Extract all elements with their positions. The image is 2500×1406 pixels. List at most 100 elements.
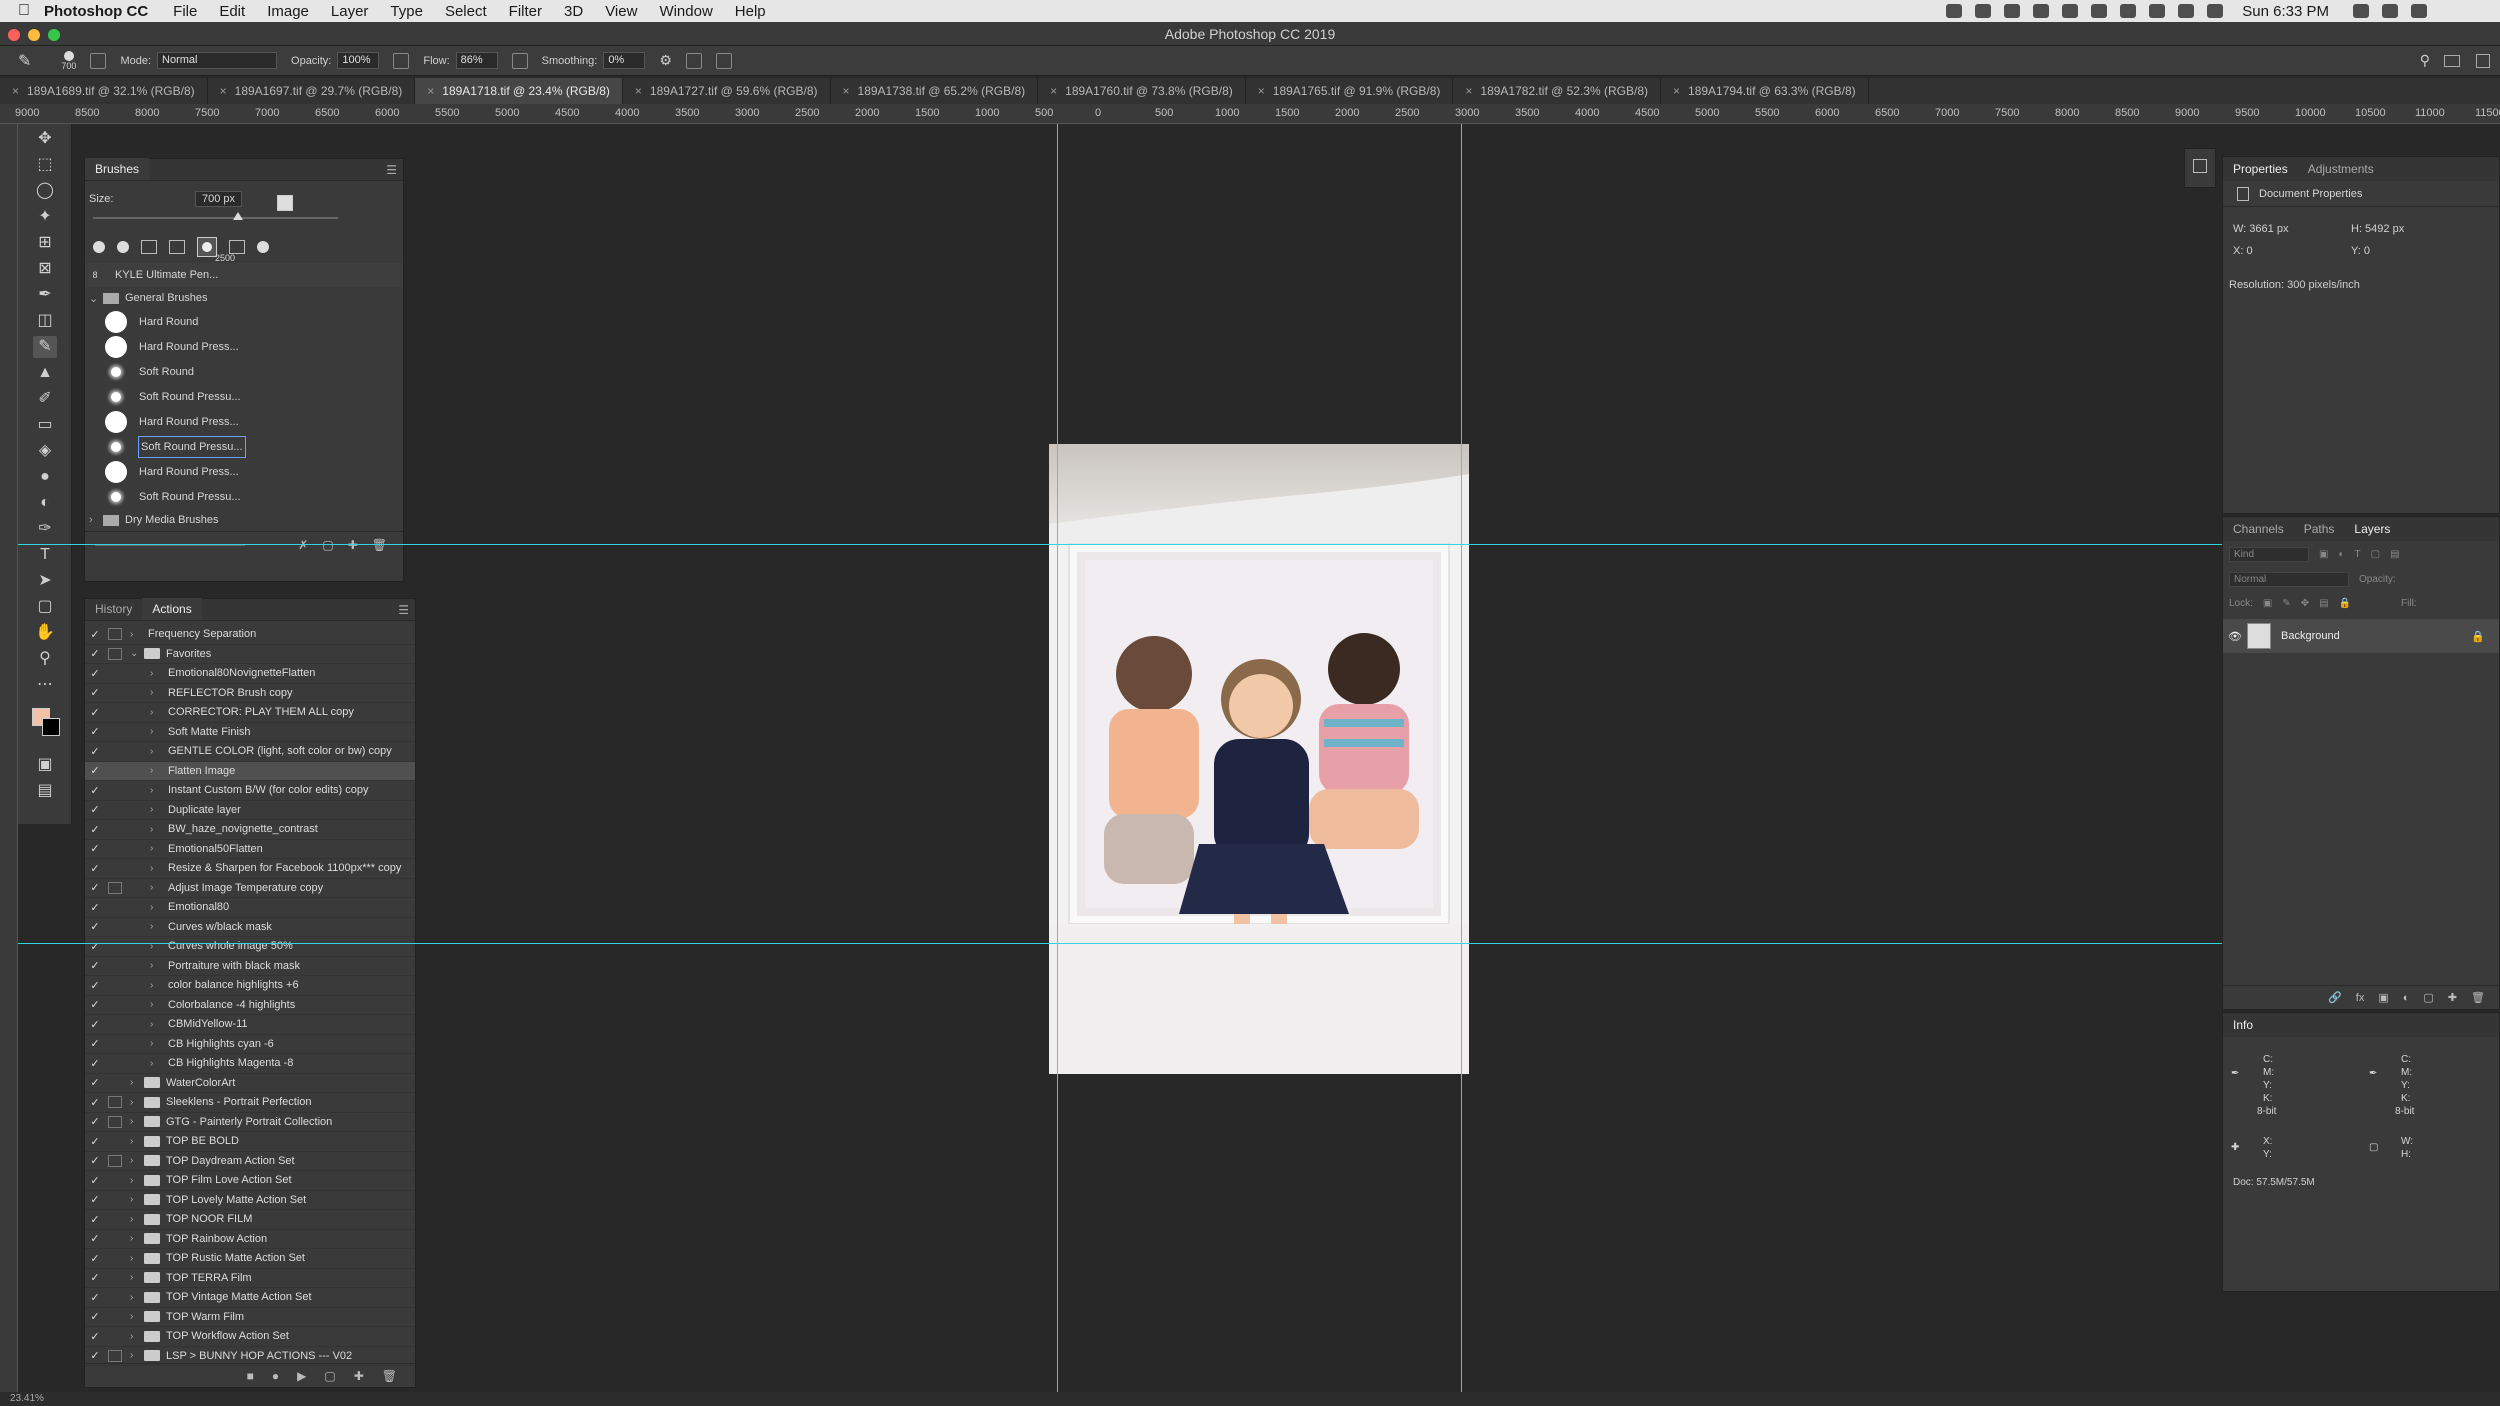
chevron-right-icon[interactable]: › (130, 1155, 144, 1166)
brush-item[interactable]: Soft Round Pressu... (85, 384, 403, 409)
minimize-window-button[interactable] (28, 29, 40, 41)
dialog-toggle-icon[interactable] (108, 1174, 122, 1186)
guide-horizontal[interactable] (18, 943, 2223, 944)
action-row[interactable]: ✓ › Frequency Separation (85, 625, 415, 645)
chevron-right-icon[interactable]: › (150, 863, 164, 874)
lasso-tool-icon[interactable]: ◯ (33, 180, 57, 202)
menubar-status-icon[interactable] (2120, 4, 2137, 18)
brush-item[interactable]: Soft Round Pressu... (85, 434, 403, 459)
action-row[interactable]: ✓ › Instant Custom B/W (for color edits) c… (85, 781, 415, 801)
close-tab-icon[interactable]: × (12, 84, 19, 98)
toggle-check-icon[interactable]: ✓ (85, 1271, 105, 1284)
properties-panel-icon[interactable] (2193, 159, 2207, 173)
dialog-toggle-icon[interactable] (108, 667, 122, 679)
dialog-toggle-icon[interactable] (108, 1291, 122, 1303)
chevron-right-icon[interactable]: › (130, 1272, 144, 1283)
chevron-right-icon[interactable]: › (150, 882, 164, 893)
filter-smart-icon[interactable]: ▤ (2390, 549, 2399, 560)
flag-icon[interactable] (2207, 4, 2224, 18)
chevron-down-icon[interactable]: ⌄ (89, 292, 103, 305)
dialog-toggle-icon[interactable] (108, 881, 122, 894)
blend-mode-select[interactable]: Normal (2229, 571, 2349, 587)
menu-view[interactable]: View (605, 3, 637, 20)
action-set-row[interactable]: ✓ › TOP Rainbow Action (85, 1230, 415, 1249)
toggle-check-icon[interactable]: ✓ (85, 803, 105, 816)
action-row[interactable]: ✓ › Soft Matte Finish (85, 723, 415, 742)
chevron-right-icon[interactable]: › (130, 1350, 144, 1361)
add-mask-icon[interactable]: ▣ (2378, 991, 2388, 1004)
menubar-status-icon[interactable] (2149, 4, 2166, 18)
chevron-right-icon[interactable]: › (150, 902, 164, 913)
action-row[interactable]: ✓ › color balance highlights +6 (85, 976, 415, 996)
marquee-tool-icon[interactable]: ⬚ (33, 154, 57, 176)
healing-tool-icon[interactable]: ◫ (33, 310, 57, 332)
chevron-right-icon[interactable]: › (130, 1292, 144, 1303)
menu-file[interactable]: File (173, 3, 197, 20)
action-set-row[interactable]: ✓ › TOP TERRA Film (85, 1269, 415, 1288)
dialog-toggle-icon[interactable] (108, 1311, 122, 1323)
flow-field[interactable]: 86% (455, 52, 498, 69)
toggle-check-icon[interactable]: ✓ (85, 1076, 105, 1089)
toggle-check-icon[interactable]: ✓ (85, 823, 105, 836)
layer-filter-kind[interactable]: Kind (2229, 546, 2309, 562)
size-field[interactable]: 700 px (195, 191, 243, 207)
action-row[interactable]: ✓ › Adjust Image Temperature copy (85, 879, 415, 898)
menu-help[interactable]: Help (735, 3, 766, 20)
dialog-toggle-icon[interactable] (108, 687, 122, 699)
toggle-check-icon[interactable]: ✓ (85, 628, 105, 641)
new-set-icon[interactable]: ▢ (324, 1369, 335, 1383)
chevron-right-icon[interactable]: › (150, 1019, 164, 1030)
dialog-toggle-icon[interactable] (108, 1115, 122, 1128)
clone-stamp-tool-icon[interactable]: ▲ (33, 362, 57, 384)
document-tab[interactable]: × 189A1765.tif @ 91.9% (RGB/8) (1246, 78, 1454, 104)
document-canvas[interactable] (1049, 444, 1469, 1074)
chevron-right-icon[interactable]: › (130, 1116, 144, 1127)
toggle-check-icon[interactable]: ✓ (85, 940, 105, 953)
toggle-check-icon[interactable]: ✓ (85, 1115, 105, 1128)
document-tab[interactable]: × 189A1760.tif @ 73.8% (RGB/8) (1038, 78, 1246, 104)
brush-group-dry[interactable]: › Dry Media Brushes (85, 509, 403, 531)
action-set-row[interactable]: ✓ › GTG - Painterly Portrait Collection (85, 1113, 415, 1132)
dialog-toggle-icon[interactable] (108, 960, 122, 972)
dialog-toggle-icon[interactable] (108, 823, 122, 835)
action-set-row[interactable]: ✓ › TOP Vintage Matte Action Set (85, 1288, 415, 1308)
toggle-check-icon[interactable]: ✓ (85, 686, 105, 699)
toggle-check-icon[interactable]: ✓ (85, 1037, 105, 1050)
rectangle-tool-icon[interactable]: ▢ (33, 596, 57, 618)
dialog-toggle-icon[interactable] (108, 843, 122, 855)
dialog-toggle-icon[interactable] (108, 1349, 122, 1362)
panel-menu-icon[interactable]: ☰ (386, 163, 397, 177)
quick-select-tool-icon[interactable]: ✦ (33, 206, 57, 228)
opacity-field[interactable]: 100% (337, 52, 380, 69)
dialog-toggle-icon[interactable] (108, 1096, 122, 1109)
brush-group-general[interactable]: ⌄ General Brushes (85, 287, 403, 309)
chevron-right-icon[interactable]: › (150, 960, 164, 971)
close-tab-icon[interactable]: × (427, 84, 434, 98)
menu-edit[interactable]: Edit (219, 3, 245, 20)
tab-brushes[interactable]: Brushes (85, 158, 150, 180)
layer-name[interactable]: Background (2281, 630, 2340, 642)
brush-settings-toggle-icon[interactable] (90, 52, 107, 69)
new-brush-icon[interactable] (277, 195, 293, 211)
chevron-right-icon[interactable]: › (150, 668, 164, 679)
action-set-row[interactable]: ✓ › TOP Film Love Action Set (85, 1171, 415, 1191)
brush-item[interactable]: Hard Round Press... (85, 409, 403, 434)
action-row[interactable]: ✓ › GENTLE COLOR (light, soft color or bw)… (85, 742, 415, 762)
eye-icon[interactable]: 👁 (2223, 630, 2247, 643)
chevron-right-icon[interactable]: › (150, 999, 164, 1010)
stop-icon[interactable]: ■ (247, 1369, 254, 1383)
action-row[interactable]: ✓ › Emotional80NovignetteFlatten (85, 664, 415, 684)
apple-icon[interactable]:  (10, 2, 38, 20)
dialog-toggle-icon[interactable] (108, 765, 122, 777)
chevron-right-icon[interactable]: › (150, 804, 164, 815)
action-set-row[interactable]: ✓ › TOP Daydream Action Set (85, 1152, 415, 1171)
tab-paths[interactable]: Paths (2294, 517, 2345, 541)
tab-history[interactable]: History (85, 598, 142, 620)
new-group-icon[interactable]: ▢ (2423, 991, 2433, 1004)
toggle-check-icon[interactable]: ✓ (85, 842, 105, 855)
chevron-right-icon[interactable]: › (150, 1058, 164, 1069)
zoom-window-button[interactable] (48, 29, 60, 41)
chevron-right-icon[interactable]: › (150, 843, 164, 854)
app-menu[interactable]: Photoshop CC (44, 3, 148, 20)
screen-mode-icon[interactable]: ▤ (33, 780, 57, 802)
